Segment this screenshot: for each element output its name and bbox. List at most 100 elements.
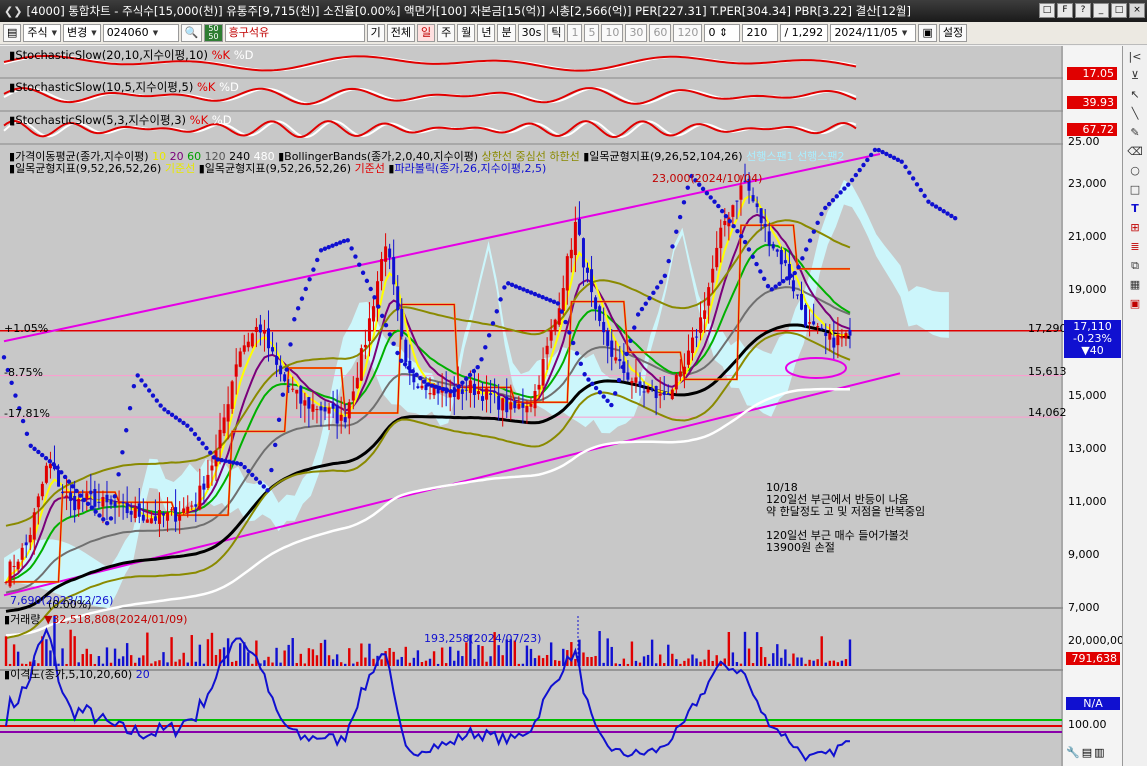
restore-button[interactable]: □ [1039, 3, 1055, 18]
help-button[interactable]: ? [1075, 3, 1091, 18]
minute-button-60[interactable]: 60 [649, 24, 672, 42]
minute-button-120[interactable]: 120 [673, 24, 703, 42]
expand-icon[interactable]: ⊻ [1127, 68, 1144, 84]
candle-body [420, 385, 424, 389]
period-button-tick[interactable]: 틱 [547, 24, 566, 42]
ichimoku3-title: 일목균형지표(9,52,26,52,26) [204, 162, 352, 175]
minute-button-5[interactable]: 5 [584, 24, 600, 42]
bottom-tools[interactable]: 🔧▤▥ [1066, 746, 1106, 759]
parabolic-title: 파라볼릭(종가,26,지수이평,2,5) [394, 162, 547, 175]
period-button-day[interactable]: 일 [416, 24, 436, 42]
settings-button[interactable]: 설정 [938, 24, 968, 42]
pen-tool-icon[interactable]: ✎ [1127, 125, 1144, 141]
candle-body [521, 403, 525, 408]
stock-name-input[interactable]: 흥구석유 [224, 24, 365, 42]
parabolic-dot [895, 157, 901, 162]
volume-bar [529, 648, 533, 666]
chart-area[interactable]: ▮StochasticSlow(20,10,지수이평,10) %K %D ▮St… [0, 46, 1147, 766]
code-input[interactable]: 024060 [102, 24, 179, 42]
parabolic-dot [204, 445, 209, 451]
volume-bar [642, 656, 646, 666]
date-input[interactable]: 2024/11/05 [830, 24, 917, 42]
mode-select[interactable]: 변경 [63, 24, 101, 42]
candle-body [545, 345, 549, 355]
collapse-icon[interactable]: |< [1127, 49, 1144, 65]
font-button[interactable]: F [1057, 3, 1073, 18]
volume-bar [739, 663, 743, 666]
parabolic-dot [173, 415, 179, 420]
period-button-all[interactable]: 전체 [386, 24, 415, 42]
cursor-icon[interactable]: ↖ [1127, 87, 1144, 103]
period-button-minute[interactable]: 분 [497, 24, 516, 42]
text-tool-icon[interactable]: T [1127, 201, 1144, 217]
volume-bar [735, 662, 739, 666]
parabolic-dot [838, 190, 843, 195]
parabolic-dot [559, 309, 564, 314]
app-nav-icon[interactable]: ❮❯ [4, 5, 22, 18]
parabolic-dot [540, 295, 545, 300]
search-icon[interactable]: 🔍 [180, 24, 203, 42]
candle-body [178, 515, 182, 521]
period-button-30s[interactable]: 30s [517, 24, 546, 42]
minute-button-10[interactable]: 10 [601, 24, 624, 42]
line-tool-icon[interactable]: ╲ [1127, 106, 1144, 122]
candle-body [638, 381, 642, 387]
alert-icon[interactable]: ▣ [1127, 296, 1144, 312]
grid-icon[interactable]: ▦ [1127, 277, 1144, 293]
parabolic-dot [590, 381, 595, 386]
period-button-week[interactable]: 주 [437, 24, 456, 42]
candle-body [824, 332, 828, 336]
save-icon[interactable]: ▣ [918, 24, 937, 42]
volume-bar [101, 663, 105, 666]
layout-icon[interactable]: ▤ [3, 24, 22, 42]
candle-body [658, 393, 662, 396]
parabolic-dot [643, 301, 648, 306]
parabolic-dot [926, 199, 931, 204]
volume-bar [69, 629, 72, 666]
minute-button-30[interactable]: 30 [625, 24, 648, 42]
period-button-year[interactable]: 년 [477, 24, 496, 42]
candle-body [573, 221, 577, 256]
parabolic-dot [655, 285, 660, 290]
parabolic-dot [930, 202, 935, 207]
eraser-icon[interactable]: ⌫ [1127, 144, 1144, 160]
copy-icon[interactable]: ⧉ [1127, 258, 1144, 274]
close-button[interactable]: × [1129, 3, 1145, 18]
volume-bar [658, 654, 662, 666]
count-stepper[interactable]: 0 ⇕ [704, 24, 741, 42]
fibo-icon[interactable]: ≣ [1127, 239, 1144, 255]
parabolic-dot [773, 284, 778, 289]
stoch3-label: ▮StochasticSlow(5,3,지수이평,3) %K %D [9, 113, 232, 127]
type-select[interactable]: 주식 [23, 24, 62, 42]
candle-body [351, 391, 355, 401]
parabolic-dot [807, 238, 813, 243]
candle-body [549, 331, 553, 341]
period-button-month[interactable]: 월 [457, 24, 476, 42]
trend-icon[interactable]: ⊞ [1127, 220, 1144, 236]
rect-tool-icon[interactable]: □ [1127, 182, 1144, 198]
stoch2-title: StochasticSlow(10,5,지수이평,5) [15, 80, 194, 94]
visible-count-input[interactable]: 210 [742, 24, 779, 42]
minimize-button[interactable]: _ [1093, 3, 1109, 18]
volume-bar [816, 659, 819, 666]
candle-body [166, 512, 170, 521]
ellipse-tool-icon[interactable]: ○ [1127, 163, 1144, 179]
candle-body [145, 519, 149, 523]
candle-body [771, 244, 775, 249]
candle-body [299, 385, 303, 404]
fifty-fifty-button[interactable]: 50 50 [204, 24, 223, 42]
minute-button-1[interactable]: 1 [567, 24, 583, 42]
stoch3-k-label: %K [189, 113, 209, 127]
parabolic-dot [55, 465, 60, 470]
parabolic-dot [36, 449, 41, 455]
parabolic-dot [257, 480, 263, 485]
candle-body [319, 406, 323, 411]
candle-body [198, 485, 202, 510]
parabolic-dot [872, 147, 878, 153]
maximize-button[interactable]: □ [1111, 3, 1127, 18]
parabolic-dot [528, 290, 534, 295]
parabolic-dot [952, 216, 958, 221]
volume-bar [271, 662, 274, 666]
candle-body [723, 220, 727, 226]
period-button-gi[interactable]: 기 [366, 24, 385, 42]
